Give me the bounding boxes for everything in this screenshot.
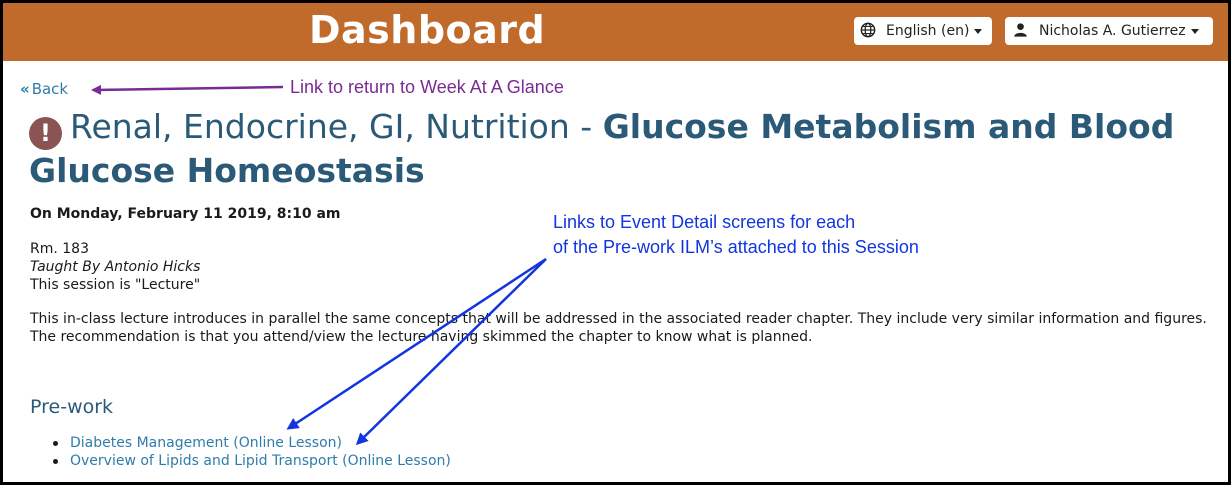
arrow-to-prework-2 <box>355 258 547 446</box>
header-bar: Dashboard English (en) Nicholas A. Gutie… <box>3 3 1228 61</box>
globe-icon <box>860 22 878 40</box>
session-type: This session is "Lecture" <box>30 277 201 293</box>
prework-link-diabetes[interactable]: Diabetes Management (Online Lesson) <box>70 435 342 451</box>
list-item: Overview of Lipids and Lipid Transport (… <box>51 452 451 470</box>
chevron-down-icon <box>1190 28 1199 34</box>
exclamation-circle-icon: ! <box>29 117 62 150</box>
page-header-title: Dashboard <box>309 8 546 52</box>
annotation-prework-line2: of the Pre-work ILM’s attached to this S… <box>553 237 919 257</box>
session-info: Rm. 183 Taught By Antonio Hicks This ses… <box>30 240 200 294</box>
session-datetime: On Monday, February 11 2019, 8:10 am <box>30 206 341 222</box>
prework-link-lipids[interactable]: Overview of Lipids and Lipid Transport (… <box>70 453 451 469</box>
double-chevron-left-icon: « <box>20 80 30 98</box>
user-icon <box>1013 22 1031 40</box>
page-frame: Dashboard English (en) Nicholas A. Gutie… <box>0 0 1231 485</box>
session-room: Rm. 183 <box>30 241 89 257</box>
session-description-line1: This in-class lecture introduces in para… <box>30 311 1207 327</box>
user-name-label: Nicholas A. Gutierrez <box>1039 23 1186 39</box>
session-instructor: Taught By Antonio Hicks <box>30 259 201 275</box>
annotation-back: Link to return to Week At A Glance <box>290 77 564 97</box>
language-label: English (en) <box>886 23 970 39</box>
prework-list: Diabetes Management (Online Lesson) Over… <box>51 434 451 470</box>
session-description: This in-class lecture introduces in para… <box>30 310 1225 346</box>
session-course: Renal, Endocrine, GI, Nutrition - <box>70 107 603 146</box>
list-item: Diabetes Management (Online Lesson) <box>51 434 451 452</box>
session-description-line2: The recommendation is that you attend/vi… <box>30 329 813 345</box>
back-link[interactable]: « Back <box>20 80 68 98</box>
user-menu-dropdown[interactable]: Nicholas A. Gutierrez <box>1005 17 1213 45</box>
language-dropdown[interactable]: English (en) <box>854 17 992 45</box>
annotation-prework: Links to Event Detail screens for each o… <box>553 210 993 260</box>
chevron-down-icon <box>974 28 983 34</box>
annotation-prework-line1: Links to Event Detail screens for each <box>553 212 856 232</box>
arrow-to-back-link <box>91 84 284 95</box>
back-link-label: Back <box>31 80 69 98</box>
prework-heading: Pre-work <box>30 396 114 418</box>
session-title: ! Renal, Endocrine, GI, Nutrition - Gluco… <box>29 106 1179 191</box>
